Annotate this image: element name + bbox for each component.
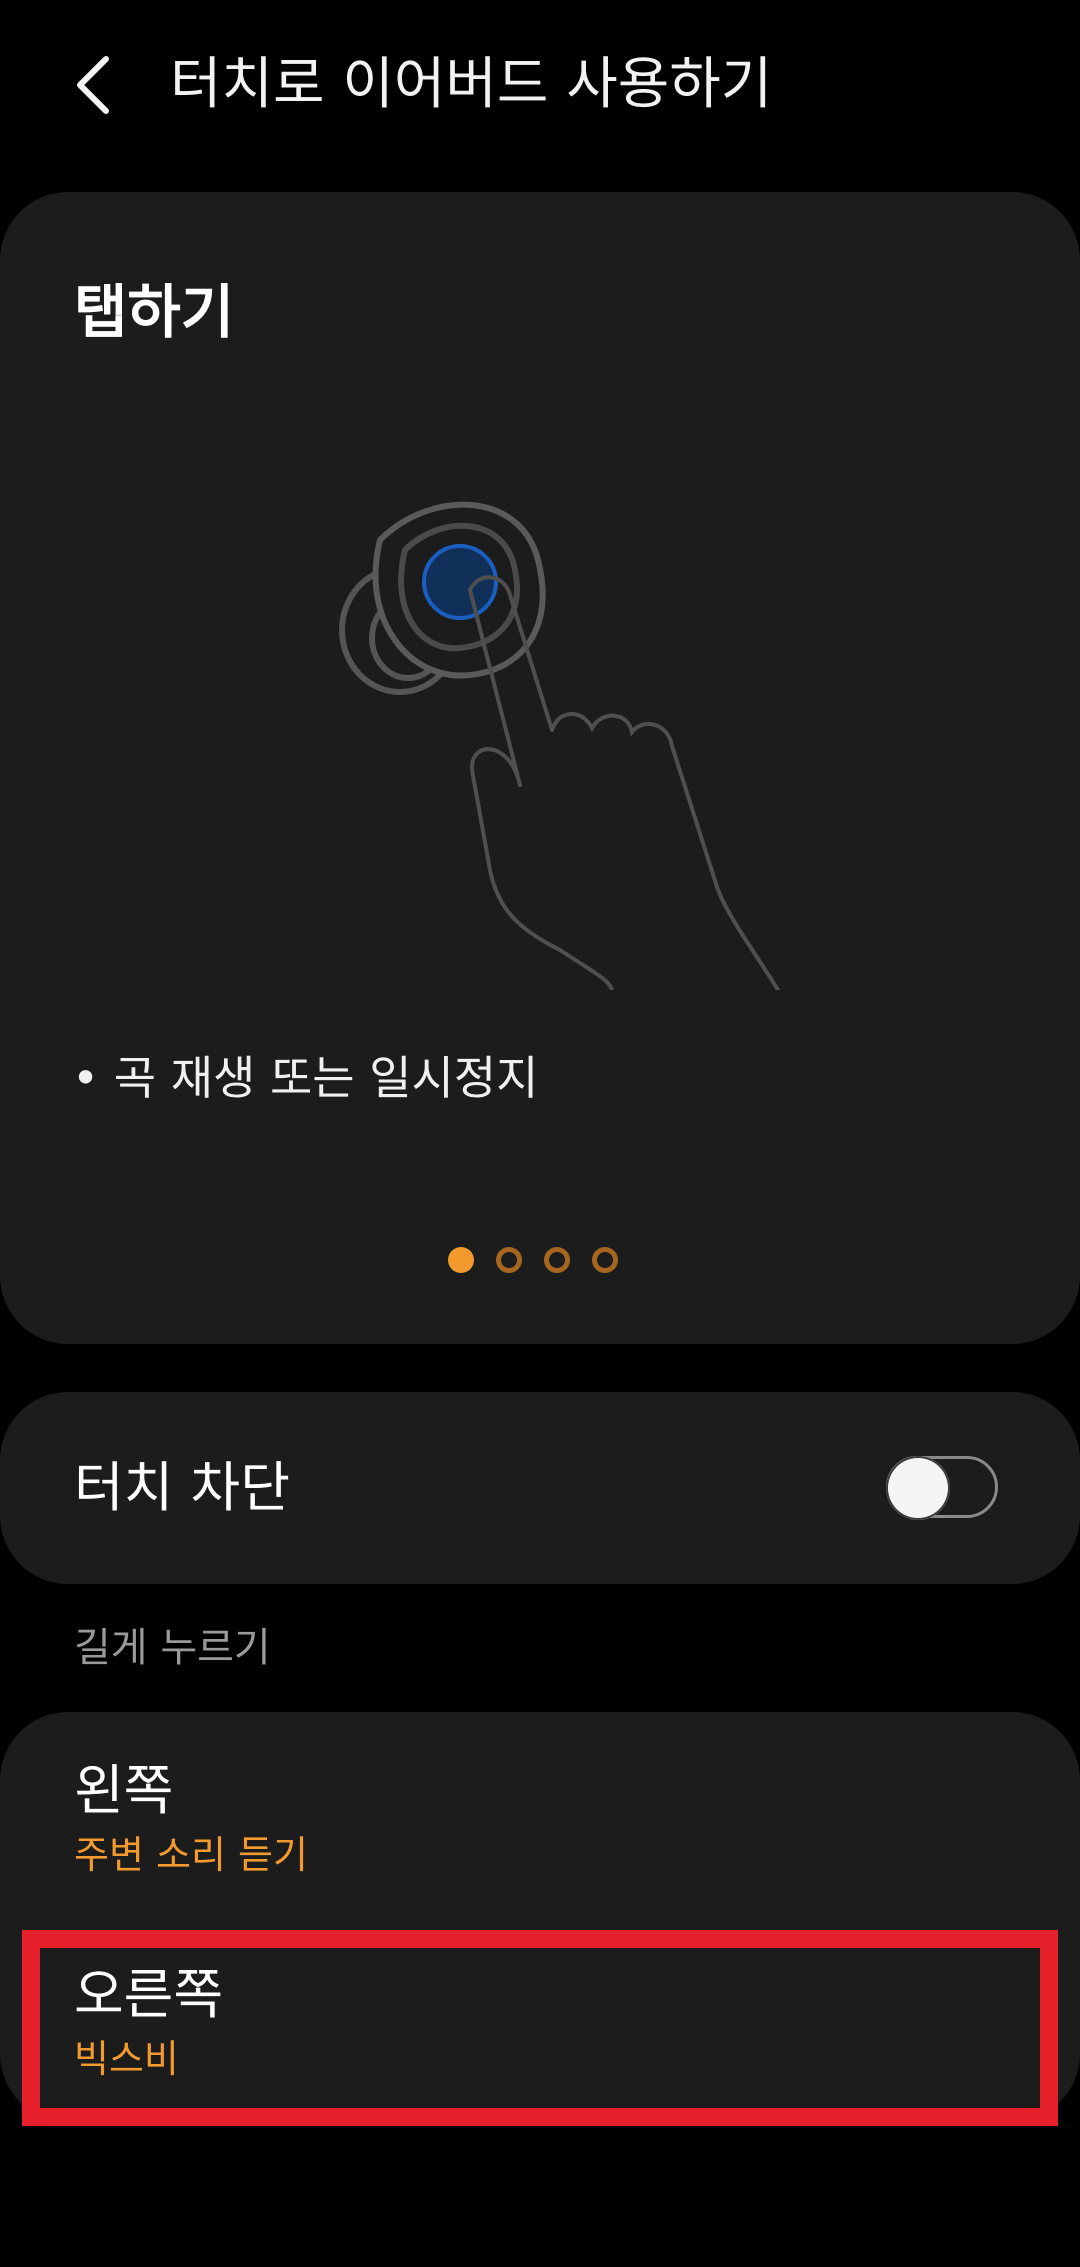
long-press-section-label: 길게 누르기 <box>74 1625 271 1671</box>
long-press-right-item[interactable]: 오른쪽 빅스비 <box>0 1940 1080 2115</box>
back-button[interactable] <box>56 40 128 130</box>
left-item-value: 주변 소리 듣기 <box>74 1833 308 1877</box>
right-item-title: 오른쪽 <box>74 1963 224 2026</box>
top-app-bar: 터치로 이어버드 사용하기 <box>0 0 1080 170</box>
touch-lock-label: 터치 차단 <box>74 1456 290 1519</box>
tap-earbud-icon <box>339 501 780 990</box>
page-dot-4[interactable] <box>592 1247 618 1273</box>
page-dot-1[interactable] <box>448 1247 474 1273</box>
touch-lock-toggle[interactable] <box>886 1456 998 1520</box>
right-item-value: 빅스비 <box>74 2037 179 2081</box>
page-title: 터치로 이어버드 사용하기 <box>170 52 773 117</box>
toggle-knob <box>886 1456 950 1520</box>
chevron-left-icon <box>77 56 109 114</box>
page-dot-3[interactable] <box>544 1247 570 1273</box>
gesture-title: 탭하기 <box>74 278 235 346</box>
left-item-title: 왼쪽 <box>74 1759 174 1822</box>
gesture-description: • 곡 재생 또는 일시정지 <box>72 1051 539 1105</box>
page-dot-2[interactable] <box>496 1247 522 1273</box>
long-press-left-item[interactable]: 왼쪽 주변 소리 듣기 <box>0 1740 1080 1900</box>
page-indicator[interactable] <box>448 1245 618 1275</box>
